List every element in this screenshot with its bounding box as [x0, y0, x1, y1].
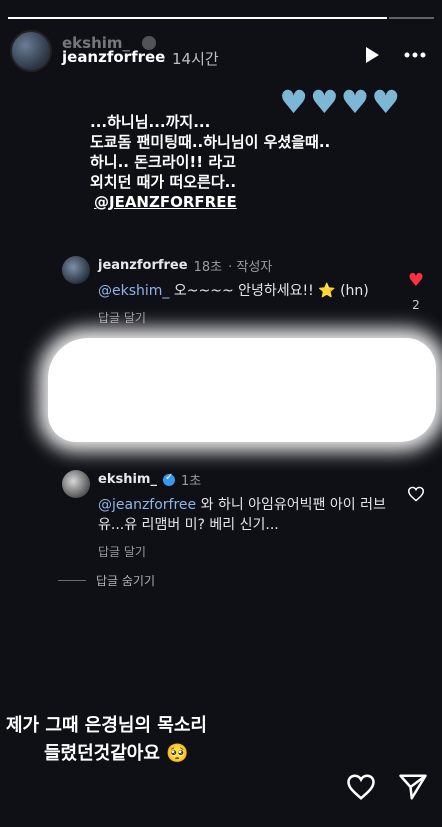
bottom-caption: 제가 그때 은경님의 목소리 들렸던것같아요 🥺 — [6, 712, 207, 768]
comment-like[interactable] — [406, 486, 426, 506]
divider-line — [58, 580, 86, 581]
redaction-blob — [48, 338, 436, 442]
comment-time: 18초 — [193, 260, 223, 275]
comment-meta: ekshim_ 1초 — [98, 470, 402, 490]
story-header: ekshim_ jeanzforfree 14시간 ♥ ♥ ♥ ♥ — [10, 30, 432, 118]
reply-button[interactable]: 답글 달기 — [98, 543, 402, 560]
caption-mention[interactable]: @JEANZFORFREE — [90, 192, 330, 212]
heart-filled-icon[interactable]: ♥ — [406, 272, 426, 290]
story-username[interactable]: jeanzforfree — [62, 48, 165, 66]
progress-segment-remaining — [388, 17, 434, 19]
heart-outline-icon[interactable] — [407, 486, 425, 502]
caption-line: 외치던 때가 떠오른다.. — [90, 173, 237, 191]
caption-line: 도쿄돔 팬미팅때..하니님이 우셨을때.. — [90, 133, 331, 151]
comment-like[interactable]: ♥ 2 — [406, 272, 426, 313]
verified-badge-icon — [162, 472, 175, 486]
avatar[interactable] — [10, 30, 52, 72]
comment-body: 오~~~~ 안녕하세요!! ⭐ (hn) — [173, 283, 369, 299]
comment-meta: jeanzforfree 18초 · 작성자 — [98, 256, 402, 275]
play-icon[interactable] — [364, 46, 380, 64]
commenter-avatar[interactable] — [62, 256, 90, 284]
author-tag: · 작성자 — [228, 260, 273, 275]
hide-replies-label[interactable]: 답글 숨기기 — [96, 572, 155, 589]
heart-icon[interactable] — [346, 773, 376, 801]
comment-text: @ekshim_ 오~~~~ 안녕하세요!! ⭐ (hn) — [98, 281, 402, 301]
caption-line: 하니.. 돈크라이!! 라고 — [90, 153, 236, 171]
like-count: 2 — [412, 298, 420, 312]
story-caption: ...하니님...까지... 도쿄돔 팬미팅때..하니님이 우셨을때.. 하니.… — [90, 112, 330, 212]
hide-replies[interactable]: 답글 숨기기 — [58, 572, 155, 589]
caption-line: ...하니님...까지... — [90, 113, 211, 131]
comment-username[interactable]: ekshim_ — [98, 472, 157, 487]
bottom-caption-line: 들렸던것같아요 🥺 — [44, 743, 189, 764]
bottom-caption-line: 제가 그때 은경님의 목소리 — [6, 715, 207, 736]
blue-heart-icon: ♥ — [371, 83, 400, 121]
progress-segment — [8, 17, 387, 19]
reply-button[interactable]: 답글 달기 — [98, 309, 402, 326]
more-icon[interactable] — [404, 50, 426, 60]
comment-text: @jeanzforfree 와 하니 아임유어빅팬 아이 러브유...유 리맴버… — [98, 495, 402, 535]
commenter-avatar[interactable] — [62, 470, 90, 498]
send-icon[interactable] — [398, 773, 428, 801]
comment-time: 1초 — [180, 474, 202, 489]
comment-mention[interactable]: @ekshim_ — [98, 283, 169, 299]
story-actions — [346, 773, 428, 801]
story-time: 14시간 — [172, 50, 219, 68]
story-progress-bar — [8, 17, 434, 19]
comment-mention[interactable]: @jeanzforfree — [98, 497, 196, 513]
blue-heart-icon: ♥ — [340, 83, 370, 121]
comment-username[interactable]: jeanzforfree — [98, 258, 188, 273]
